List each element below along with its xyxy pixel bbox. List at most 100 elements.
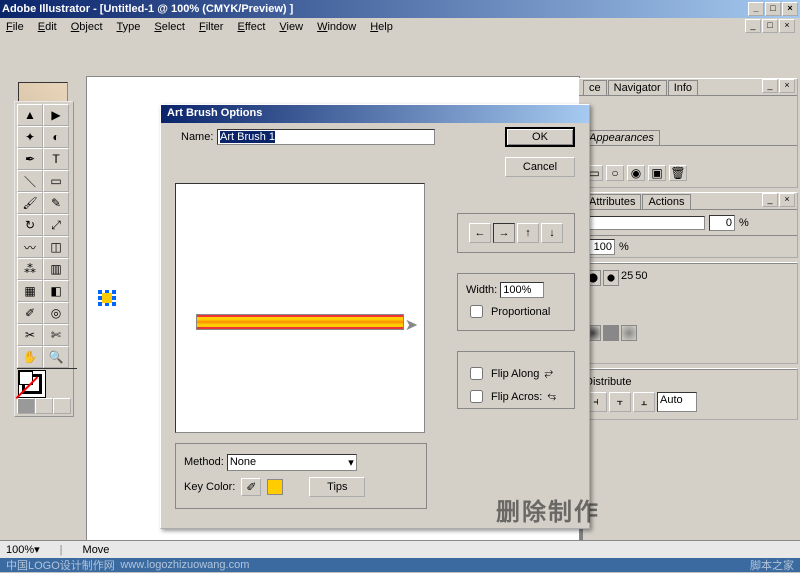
doc-close-button[interactable]: × xyxy=(779,19,795,33)
pencil-tool[interactable]: ✎ xyxy=(43,192,69,214)
blend-tool[interactable]: ◎ xyxy=(43,302,69,324)
panel-stack: _× ce Navigator Info Appearances ▭ ○ ◉ ▣… xyxy=(578,78,798,424)
selection-tool[interactable]: ▲ xyxy=(17,104,43,126)
lasso-tool[interactable]: ◐ xyxy=(43,126,69,148)
menu-help[interactable]: Help xyxy=(370,21,393,33)
width-label: Width: xyxy=(466,284,497,296)
name-input[interactable]: Art Brush 1 xyxy=(217,129,435,145)
appearance-btn-2[interactable]: ○ xyxy=(606,165,624,181)
appearance-trash-icon[interactable]: 🗑 xyxy=(669,165,687,181)
direction-group: ← → ↑ ↓ xyxy=(457,213,575,253)
brush-swatch[interactable] xyxy=(621,325,637,341)
brush-swatch[interactable] xyxy=(603,325,619,341)
selection-handles[interactable] xyxy=(98,290,116,306)
panel-close-icon[interactable]: × xyxy=(779,193,795,207)
tips-button[interactable]: Tips xyxy=(309,477,365,497)
current-tool: Move xyxy=(83,544,110,556)
menu-type[interactable]: Type xyxy=(117,21,141,33)
close-button[interactable]: × xyxy=(782,2,798,16)
auto-value[interactable]: Auto xyxy=(657,392,697,412)
maximize-button[interactable]: □ xyxy=(765,2,781,16)
doc-minimize-button[interactable]: _ xyxy=(745,19,761,33)
keycolor-swatch[interactable] xyxy=(267,479,283,495)
name-label: Name: xyxy=(181,131,213,143)
scissors-tool[interactable]: ✄ xyxy=(43,324,69,346)
panel-close-icon[interactable]: × xyxy=(779,79,795,93)
zoom-tool[interactable]: 🔍 xyxy=(43,346,69,368)
proportional-checkbox[interactable] xyxy=(470,305,483,318)
minimize-button[interactable]: _ xyxy=(748,2,764,16)
art-brush-options-dialog: Art Brush Options Name: Art Brush 1 OK C… xyxy=(160,104,590,529)
type-tool[interactable]: T xyxy=(43,148,69,170)
menu-file[interactable]: File xyxy=(6,21,24,33)
color-mode-btn[interactable] xyxy=(17,398,35,414)
flip-across-checkbox[interactable] xyxy=(470,390,483,403)
menu-effect[interactable]: Effect xyxy=(237,21,265,33)
rotate-tool[interactable]: ↻ xyxy=(17,214,43,236)
direction-right-button[interactable]: → xyxy=(493,223,515,243)
direction-down-button[interactable]: ↓ xyxy=(541,223,563,243)
doc-restore-button[interactable]: □ xyxy=(762,19,778,33)
method-select[interactable]: None▾ xyxy=(227,454,357,471)
appearance-btn-4[interactable]: ▣ xyxy=(648,165,666,181)
ok-button[interactable]: OK xyxy=(505,127,575,147)
zoom-level[interactable]: 100% xyxy=(6,544,34,556)
panel-min-icon[interactable]: _ xyxy=(762,79,778,93)
distribute-btn[interactable]: ⫟ xyxy=(609,392,631,412)
direction-left-button[interactable]: ← xyxy=(469,223,491,243)
tab-palette[interactable]: ce xyxy=(583,80,607,95)
menu-select[interactable]: Select xyxy=(154,21,185,33)
chevron-down-icon[interactable]: ▾ xyxy=(34,543,40,556)
flip-group: Flip Along ⥂ Flip Acros: ⥃ xyxy=(457,351,575,409)
keycolor-label: Key Color: xyxy=(184,481,235,493)
panel-min-icon[interactable]: _ xyxy=(762,193,778,207)
direction-up-button[interactable]: ↑ xyxy=(517,223,539,243)
free-transform-tool[interactable]: ◫ xyxy=(43,236,69,258)
menu-window[interactable]: Window xyxy=(317,21,356,33)
toolbox: ▲▶ ✦◐ ✒T ＼▭ 🖌✎ ↻⤢ 〰◫ ⁂▥ ▦◧ ✐◎ ✂✄ ✋🔍 xyxy=(14,101,74,417)
appearance-btn-3[interactable]: ◉ xyxy=(627,165,645,181)
menu-view[interactable]: View xyxy=(279,21,303,33)
gradient-mode-btn[interactable] xyxy=(35,398,53,414)
size-group: Width: 100% Proportional xyxy=(457,273,575,331)
attr-slider[interactable] xyxy=(585,216,705,230)
proportional-label: Proportional xyxy=(491,306,550,318)
menu-object[interactable]: Object xyxy=(71,21,103,33)
cancel-button[interactable]: Cancel xyxy=(505,157,575,177)
tab-attributes[interactable]: Attributes xyxy=(583,194,641,209)
hand-tool[interactable]: ✋ xyxy=(17,346,43,368)
brush-swatch[interactable] xyxy=(603,270,619,286)
eyedropper-tool[interactable]: ✐ xyxy=(17,302,43,324)
pen-tool[interactable]: ✒ xyxy=(17,148,43,170)
attr-value[interactable]: 0 xyxy=(709,215,735,231)
app-title: Adobe Illustrator - [Untitled-1 @ 100% (… xyxy=(2,3,748,15)
width-input[interactable]: 100% xyxy=(500,282,544,298)
direct-selection-tool[interactable]: ▶ xyxy=(43,104,69,126)
slice-tool[interactable]: ✂ xyxy=(17,324,43,346)
flip-along-checkbox[interactable] xyxy=(470,367,483,380)
rectangle-tool[interactable]: ▭ xyxy=(43,170,69,192)
tab-navigator[interactable]: Navigator xyxy=(608,80,667,95)
none-mode-btn[interactable] xyxy=(53,398,71,414)
line-tool[interactable]: ＼ xyxy=(17,170,43,192)
menu-filter[interactable]: Filter xyxy=(199,21,223,33)
gradient-tool[interactable]: ◧ xyxy=(43,280,69,302)
warp-tool[interactable]: 〰 xyxy=(17,236,43,258)
flip-along-icon: ⥂ xyxy=(544,367,553,380)
fill-stroke-swatch[interactable] xyxy=(17,368,77,398)
app-titlebar: Adobe Illustrator - [Untitled-1 @ 100% (… xyxy=(0,0,800,18)
scale-tool[interactable]: ⤢ xyxy=(43,214,69,236)
eyedropper-icon[interactable]: ✐ xyxy=(241,478,261,496)
magic-wand-tool[interactable]: ✦ xyxy=(17,126,43,148)
symbol-sprayer-tool[interactable]: ⁂ xyxy=(17,258,43,280)
menubar: File Edit Object Type Select Filter Effe… xyxy=(0,18,800,36)
tab-appearances[interactable]: Appearances xyxy=(583,130,660,145)
tab-actions[interactable]: Actions xyxy=(642,194,690,209)
menu-edit[interactable]: Edit xyxy=(38,21,57,33)
graph-tool[interactable]: ▥ xyxy=(43,258,69,280)
tab-info[interactable]: Info xyxy=(668,80,698,95)
watermark-bar: 中国LOGO设计制作网 www.logozhizuowang.com 脚本之家 xyxy=(0,558,800,572)
distribute-btn[interactable]: ⫠ xyxy=(633,392,655,412)
paintbrush-tool[interactable]: 🖌 xyxy=(17,192,43,214)
mesh-tool[interactable]: ▦ xyxy=(17,280,43,302)
